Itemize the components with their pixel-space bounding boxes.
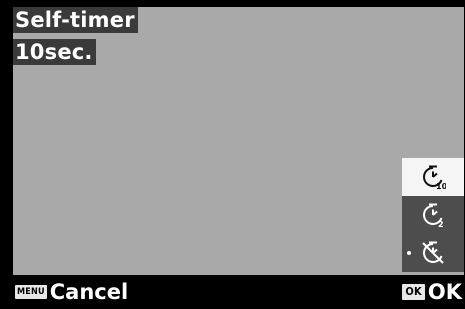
cancel-label: Cancel xyxy=(49,280,129,304)
self-timer-screen: Self-timer 10sec. 10 2 MENU Cancel OK OK xyxy=(0,0,465,309)
svg-text:2: 2 xyxy=(438,220,444,228)
self-timer-10sec-icon: 10 xyxy=(420,164,446,190)
footer-bar: MENU Cancel OK OK xyxy=(0,278,465,306)
ok-key-badge: OK xyxy=(402,284,425,300)
mode-item-2sec[interactable]: 2 xyxy=(402,196,464,234)
mode-item-off[interactable] xyxy=(402,234,464,272)
current-setting-dot xyxy=(407,251,411,255)
self-timer-mode-menu: 10 2 xyxy=(402,158,464,272)
ok-button[interactable]: OK OK xyxy=(402,278,462,306)
cancel-button[interactable]: MENU Cancel xyxy=(15,278,128,306)
ok-label: OK xyxy=(427,280,462,304)
menu-key-badge: MENU xyxy=(15,285,47,299)
self-timer-2sec-icon: 2 xyxy=(420,202,446,228)
self-timer-off-icon xyxy=(420,240,446,266)
screen-title: Self-timer xyxy=(13,7,138,33)
mode-item-10sec[interactable]: 10 xyxy=(402,158,464,196)
selected-value: 10sec. xyxy=(13,39,96,65)
svg-text:10: 10 xyxy=(436,182,446,190)
